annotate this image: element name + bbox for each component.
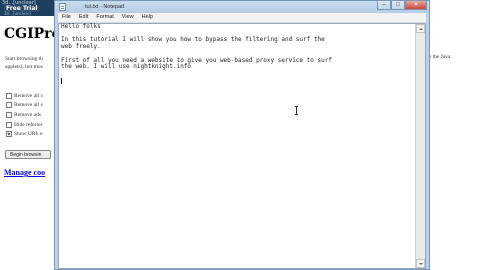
menu-help[interactable]: Help [138,13,157,22]
option-remove-ads[interactable]: Remove ads [6,112,41,118]
option-checkbox[interactable] [6,93,12,99]
top-strip: 3d...[unclear] Free Trial 3d...[unclear] [0,0,56,16]
option-hide-referrer[interactable]: Hide referrer [6,122,43,128]
option-show-url[interactable]: Show URL e [6,131,43,137]
editor-content[interactable]: Hello folks In this tutorial I will show… [61,23,397,71]
free-trial-subtext: 3d...[unclear] [4,11,31,16]
title-bar[interactable]: tut.txt - Notepad – □ × [55,1,429,13]
menu-bar: File Edit Format View Help [58,13,426,23]
vertical-scrollbar[interactable] [415,24,425,268]
option-label: Show URL e [14,131,43,137]
ibeam-cursor-icon [295,106,298,115]
intro-text-line: Start browsing th [5,56,43,62]
window-controls: – □ × [377,1,427,10]
begin-browsing-button[interactable]: Begin browsin [5,150,51,159]
menu-format[interactable]: Format [92,13,117,22]
option-remove-cookies[interactable]: Remove all c [6,93,43,99]
menu-edit[interactable]: Edit [75,13,92,22]
maximize-button[interactable]: □ [391,1,405,10]
notepad-icon[interactable] [59,3,66,11]
option-label: Remove all s [14,102,43,108]
window-title: tut.txt - Notepad [85,4,125,10]
manage-cookies-link[interactable]: Manage coo [4,168,45,177]
option-remove-scripts[interactable]: Remove all s [6,102,43,108]
scroll-down-arrow-icon[interactable] [416,259,425,268]
option-checkbox[interactable] [6,131,12,137]
option-checkbox[interactable] [6,122,12,128]
option-checkbox[interactable] [6,112,12,118]
option-label: Remove ads [14,112,42,118]
text-editor[interactable]: Hello folks In this tutorial I will show… [58,23,426,269]
option-label: Remove all c [14,93,44,99]
notepad-window: tut.txt - Notepad – □ × File Edit Format… [54,0,430,270]
menu-file[interactable]: File [58,13,75,22]
close-button[interactable]: × [405,1,427,10]
page-title: CGIPro [4,26,61,42]
minimize-button[interactable]: – [377,1,391,10]
option-label: Hide referrer [14,122,43,128]
menu-view[interactable]: View [118,13,138,22]
intro-text-line: applets), but mos [5,64,43,70]
text-caret [61,78,62,84]
option-checkbox[interactable] [6,102,12,108]
scroll-up-arrow-icon[interactable] [416,24,425,33]
